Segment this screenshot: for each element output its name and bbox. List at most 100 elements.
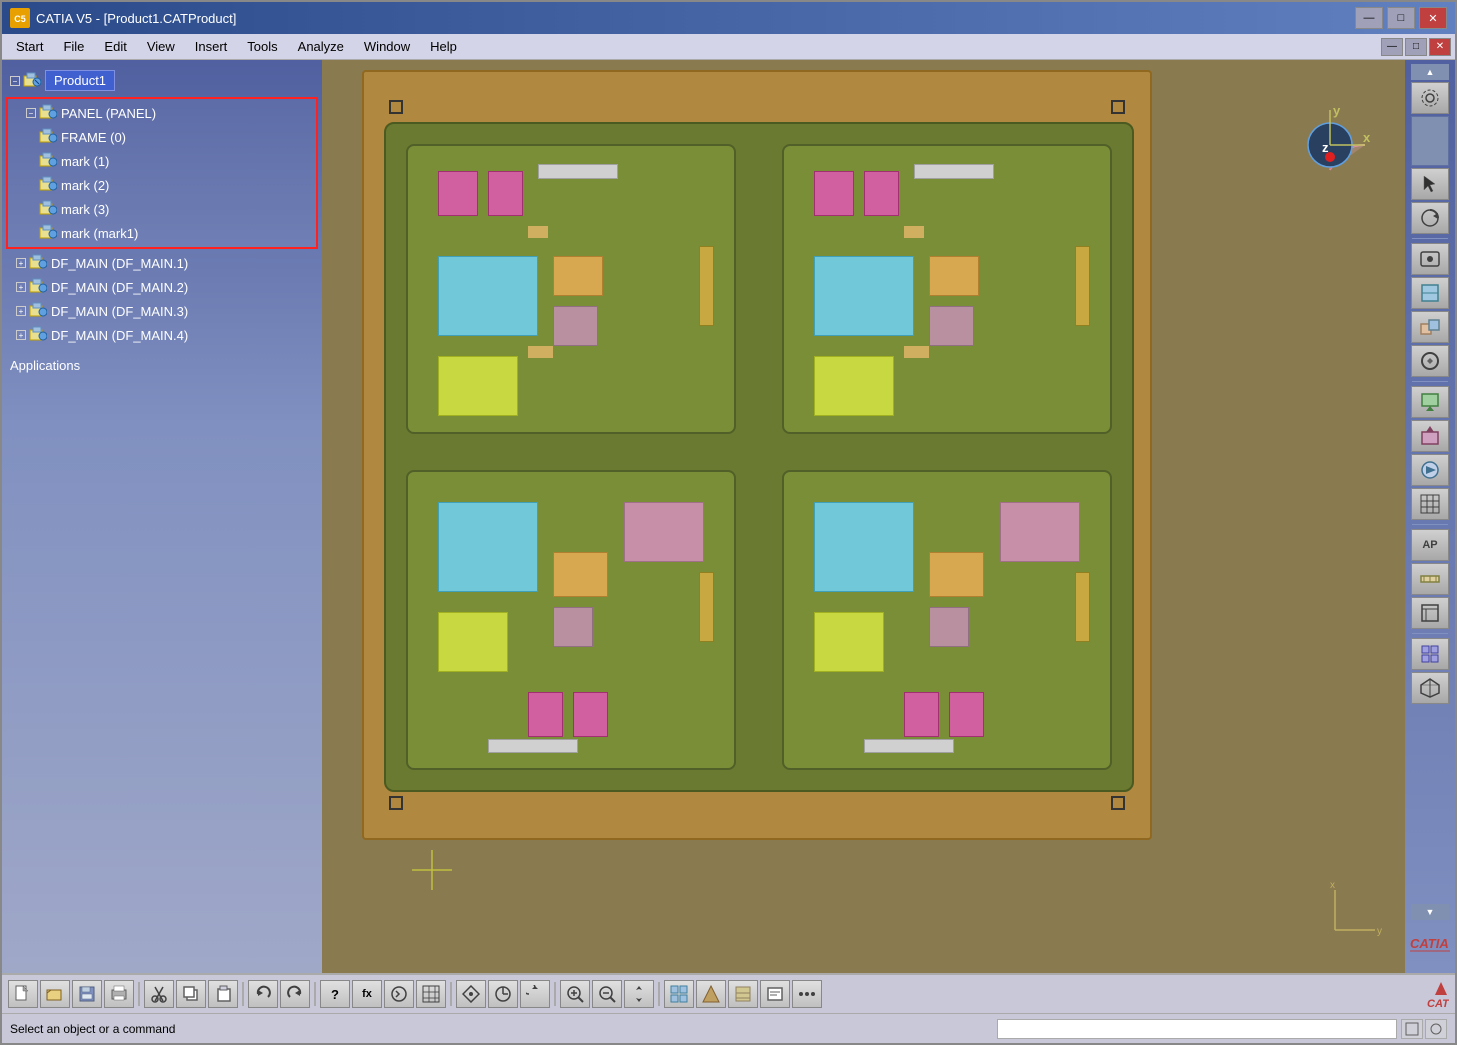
btn-annotation[interactable] bbox=[760, 980, 790, 1008]
tree-root[interactable]: − Product1 bbox=[2, 66, 322, 95]
toolbar-view3d-btn[interactable] bbox=[1411, 672, 1449, 704]
status-input-field[interactable] bbox=[997, 1019, 1397, 1039]
btn-rotate-view[interactable] bbox=[520, 980, 550, 1008]
btn-paste[interactable] bbox=[208, 980, 238, 1008]
maximize-button[interactable]: □ bbox=[1387, 7, 1415, 29]
status-icon-2[interactable] bbox=[1425, 1019, 1447, 1039]
toolbar-draft-btn[interactable] bbox=[1411, 597, 1449, 629]
btn-measure-view[interactable] bbox=[488, 980, 518, 1008]
toolbar-part-btn[interactable] bbox=[1411, 277, 1449, 309]
menu-tools[interactable]: Tools bbox=[237, 37, 287, 56]
btn-material[interactable] bbox=[728, 980, 758, 1008]
btn-fx[interactable]: fx bbox=[352, 980, 382, 1008]
comp-cyan-bl bbox=[438, 502, 538, 592]
scroll-down-btn[interactable]: ▼ bbox=[1411, 904, 1449, 920]
minimize-button[interactable]: — bbox=[1355, 7, 1383, 29]
btn-more[interactable] bbox=[792, 980, 822, 1008]
menu-start[interactable]: Start bbox=[6, 37, 53, 56]
comp-pink-bl-2 bbox=[573, 692, 608, 737]
right-scrollbar[interactable] bbox=[1411, 116, 1449, 166]
comp-connector-tr bbox=[914, 164, 994, 179]
menu-analyze[interactable]: Analyze bbox=[288, 37, 354, 56]
svg-text:y: y bbox=[1333, 103, 1341, 118]
btn-zoom-in[interactable] bbox=[560, 980, 590, 1008]
menu-edit[interactable]: Edit bbox=[94, 37, 136, 56]
btn-pan[interactable] bbox=[624, 980, 654, 1008]
btn-shading[interactable] bbox=[696, 980, 726, 1008]
bottom-toolbar: ? fx bbox=[2, 973, 1455, 1013]
svg-text:y: y bbox=[1377, 926, 1382, 937]
toolbar-cursor-btn[interactable] bbox=[1411, 168, 1449, 200]
toolbar-asm-btn[interactable] bbox=[1411, 311, 1449, 343]
toolbar-misc-btn[interactable] bbox=[1411, 638, 1449, 670]
canvas-area[interactable]: y z x y x bbox=[322, 60, 1405, 973]
right-toolbar: ▲ bbox=[1405, 60, 1455, 973]
inner-restore-btn[interactable]: □ bbox=[1405, 38, 1427, 56]
inner-minimize-btn[interactable]: — bbox=[1381, 38, 1403, 56]
menu-bar: Start File Edit View Insert Tools Analyz… bbox=[2, 34, 1455, 60]
component-icon-frame bbox=[39, 128, 57, 146]
btn-cut[interactable] bbox=[144, 980, 174, 1008]
tree-item-mark2[interactable]: mark (2) bbox=[10, 173, 314, 197]
btn-grid[interactable] bbox=[416, 980, 446, 1008]
btn-undo[interactable] bbox=[248, 980, 278, 1008]
comp-pink-br-1 bbox=[904, 692, 939, 737]
btn-copy[interactable] bbox=[176, 980, 206, 1008]
comp-strip-tr bbox=[1075, 246, 1090, 326]
menu-file[interactable]: File bbox=[53, 37, 94, 56]
toolbar-import-btn[interactable] bbox=[1411, 386, 1449, 418]
btn-zoom-out[interactable] bbox=[592, 980, 622, 1008]
toolbar-render-btn[interactable] bbox=[1411, 454, 1449, 486]
tree-item-dfmain1[interactable]: + DF_MAIN (DF_MAIN.1) bbox=[2, 251, 322, 275]
toolbar-settings2-btn[interactable] bbox=[1411, 243, 1449, 275]
tree-item-applications[interactable]: Applications bbox=[2, 355, 322, 376]
component-icon-mark3 bbox=[39, 200, 57, 218]
comp-orange-br bbox=[929, 552, 984, 597]
close-button[interactable]: ✕ bbox=[1419, 7, 1447, 29]
tree-item-mark3[interactable]: mark (3) bbox=[10, 197, 314, 221]
toolbar-measure-btn[interactable] bbox=[1411, 563, 1449, 595]
menu-view[interactable]: View bbox=[137, 37, 185, 56]
toolbar-settings-btn[interactable] bbox=[1411, 82, 1449, 114]
menu-window[interactable]: Window bbox=[354, 37, 420, 56]
root-label[interactable]: Product1 bbox=[45, 70, 115, 91]
tree-item-dfmain4[interactable]: + DF_MAIN (DF_MAIN.4) bbox=[2, 323, 322, 347]
status-icon-1[interactable] bbox=[1401, 1019, 1423, 1039]
btn-snap[interactable] bbox=[456, 980, 486, 1008]
toolbar-export-btn[interactable] bbox=[1411, 420, 1449, 452]
title-controls: — □ ✕ bbox=[1355, 7, 1447, 29]
toolbar-settings3-btn[interactable] bbox=[1411, 345, 1449, 377]
toolbar-text-btn[interactable]: AP bbox=[1411, 529, 1449, 561]
toolbar-grid-btn[interactable] bbox=[1411, 488, 1449, 520]
btn-help[interactable]: ? bbox=[320, 980, 350, 1008]
scroll-up-btn[interactable]: ▲ bbox=[1411, 64, 1449, 80]
toolbar-sep-2 bbox=[1412, 381, 1448, 382]
btn-new[interactable] bbox=[8, 980, 38, 1008]
toolbar-sep-4 bbox=[1412, 633, 1448, 634]
btn-save[interactable] bbox=[72, 980, 102, 1008]
component-icon-panel bbox=[39, 104, 57, 122]
btn-open[interactable] bbox=[40, 980, 70, 1008]
tree-item-mark-mark1[interactable]: mark (mark1) bbox=[10, 221, 314, 245]
menu-help[interactable]: Help bbox=[420, 37, 467, 56]
btn-multiwindow[interactable] bbox=[664, 980, 694, 1008]
comp-connector-tl bbox=[538, 164, 618, 179]
btn-print[interactable] bbox=[104, 980, 134, 1008]
tree-item-dfmain3[interactable]: + DF_MAIN (DF_MAIN.3) bbox=[2, 299, 322, 323]
comp-mauve-bl-1 bbox=[624, 502, 704, 562]
status-icons bbox=[1401, 1019, 1447, 1039]
comp-pink-tr-2 bbox=[864, 171, 899, 216]
menu-insert[interactable]: Insert bbox=[185, 37, 238, 56]
btn-redo[interactable] bbox=[280, 980, 310, 1008]
corner-bl bbox=[389, 796, 403, 810]
toolbar-rotate-btn[interactable] bbox=[1411, 202, 1449, 234]
btn-macro[interactable] bbox=[384, 980, 414, 1008]
tree-item-mark1[interactable]: mark (1) bbox=[10, 149, 314, 173]
comp-orange-bl bbox=[553, 552, 608, 597]
tree-item-panel[interactable]: − PANEL (PANEL) bbox=[10, 101, 314, 125]
inner-close-btn[interactable]: ✕ bbox=[1429, 38, 1451, 56]
sep-4 bbox=[450, 982, 452, 1006]
tree-item-dfmain2-label: DF_MAIN (DF_MAIN.2) bbox=[51, 280, 188, 295]
tree-item-dfmain2[interactable]: + DF_MAIN (DF_MAIN.2) bbox=[2, 275, 322, 299]
tree-item-frame[interactable]: FRAME (0) bbox=[10, 125, 314, 149]
